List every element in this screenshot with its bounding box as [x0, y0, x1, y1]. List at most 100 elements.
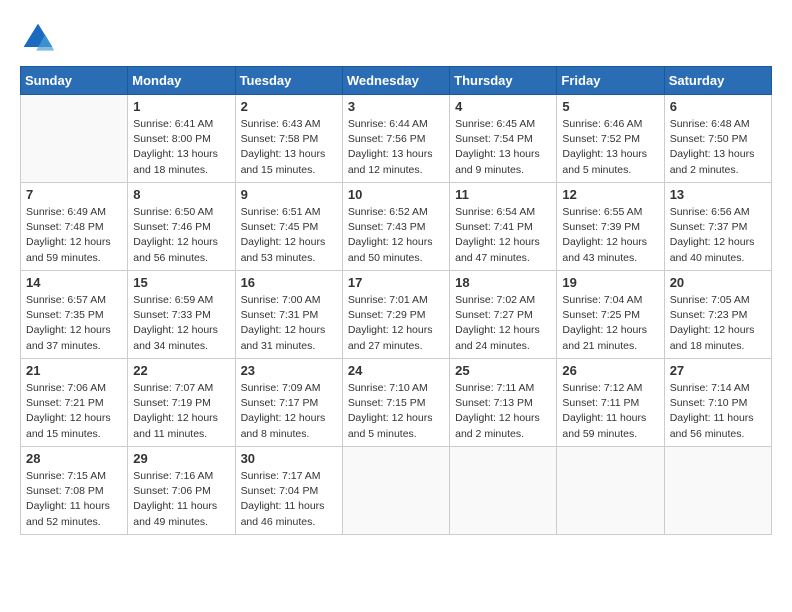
day-number: 28: [26, 451, 122, 466]
calendar-cell: 19 Sunrise: 7:04 AM Sunset: 7:25 PM Dayli…: [557, 271, 664, 359]
day-number: 13: [670, 187, 766, 202]
day-info: Sunrise: 6:52 AM Sunset: 7:43 PM Dayligh…: [348, 205, 444, 266]
day-info: Sunrise: 7:05 AM Sunset: 7:23 PM Dayligh…: [670, 293, 766, 354]
day-number: 30: [241, 451, 337, 466]
calendar-cell: 4 Sunrise: 6:45 AM Sunset: 7:54 PM Daylig…: [450, 95, 557, 183]
day-info: Sunrise: 6:56 AM Sunset: 7:37 PM Dayligh…: [670, 205, 766, 266]
calendar-cell: 22 Sunrise: 7:07 AM Sunset: 7:19 PM Dayli…: [128, 359, 235, 447]
calendar-cell: 30 Sunrise: 7:17 AM Sunset: 7:04 PM Dayli…: [235, 447, 342, 535]
day-info: Sunrise: 7:04 AM Sunset: 7:25 PM Dayligh…: [562, 293, 658, 354]
calendar-cell: 10 Sunrise: 6:52 AM Sunset: 7:43 PM Dayli…: [342, 183, 449, 271]
calendar-cell: 14 Sunrise: 6:57 AM Sunset: 7:35 PM Dayli…: [21, 271, 128, 359]
day-info: Sunrise: 7:14 AM Sunset: 7:10 PM Dayligh…: [670, 381, 766, 442]
calendar-cell: 18 Sunrise: 7:02 AM Sunset: 7:27 PM Dayli…: [450, 271, 557, 359]
day-number: 19: [562, 275, 658, 290]
day-info: Sunrise: 7:10 AM Sunset: 7:15 PM Dayligh…: [348, 381, 444, 442]
day-number: 17: [348, 275, 444, 290]
day-number: 3: [348, 99, 444, 114]
day-number: 8: [133, 187, 229, 202]
logo-icon: [20, 20, 56, 56]
week-row: 14 Sunrise: 6:57 AM Sunset: 7:35 PM Dayli…: [21, 271, 772, 359]
week-row: 28 Sunrise: 7:15 AM Sunset: 7:08 PM Dayli…: [21, 447, 772, 535]
calendar-cell: 25Sunrise: 7:11 AM Sunset: 7:13 PM Dayli…: [450, 359, 557, 447]
day-number: 20: [670, 275, 766, 290]
day-info: Sunrise: 7:15 AM Sunset: 7:08 PM Dayligh…: [26, 469, 122, 530]
weekday-header: Tuesday: [235, 67, 342, 95]
day-info: Sunrise: 6:41 AM Sunset: 8:00 PM Dayligh…: [133, 117, 229, 178]
calendar-cell: 6Sunrise: 6:48 AM Sunset: 7:50 PM Daylig…: [664, 95, 771, 183]
calendar-cell: 21Sunrise: 7:06 AM Sunset: 7:21 PM Dayli…: [21, 359, 128, 447]
weekday-header: Friday: [557, 67, 664, 95]
weekday-header: Wednesday: [342, 67, 449, 95]
weekday-header: Thursday: [450, 67, 557, 95]
calendar-table: SundayMondayTuesdayWednesdayThursdayFrid…: [20, 66, 772, 535]
weekday-header-row: SundayMondayTuesdayWednesdayThursdayFrid…: [21, 67, 772, 95]
day-number: 6: [670, 99, 766, 114]
week-row: 21Sunrise: 7:06 AM Sunset: 7:21 PM Dayli…: [21, 359, 772, 447]
calendar-cell: 8 Sunrise: 6:50 AM Sunset: 7:46 PM Daylig…: [128, 183, 235, 271]
calendar-cell: 29Sunrise: 7:16 AM Sunset: 7:06 PM Dayli…: [128, 447, 235, 535]
week-row: 7Sunrise: 6:49 AM Sunset: 7:48 PM Daylig…: [21, 183, 772, 271]
calendar-cell: [450, 447, 557, 535]
day-info: Sunrise: 6:57 AM Sunset: 7:35 PM Dayligh…: [26, 293, 122, 354]
weekday-header: Saturday: [664, 67, 771, 95]
weekday-header: Monday: [128, 67, 235, 95]
day-number: 21: [26, 363, 122, 378]
day-info: Sunrise: 6:49 AM Sunset: 7:48 PM Dayligh…: [26, 205, 122, 266]
calendar-cell: 12 Sunrise: 6:55 AM Sunset: 7:39 PM Dayli…: [557, 183, 664, 271]
day-number: 1: [133, 99, 229, 114]
day-number: 9: [241, 187, 337, 202]
calendar-cell: 15Sunrise: 6:59 AM Sunset: 7:33 PM Dayli…: [128, 271, 235, 359]
calendar-cell: 16 Sunrise: 7:00 AM Sunset: 7:31 PM Dayli…: [235, 271, 342, 359]
logo: [20, 20, 62, 56]
day-number: 2: [241, 99, 337, 114]
day-info: Sunrise: 7:00 AM Sunset: 7:31 PM Dayligh…: [241, 293, 337, 354]
week-row: 1 Sunrise: 6:41 AM Sunset: 8:00 PM Daylig…: [21, 95, 772, 183]
day-number: 24: [348, 363, 444, 378]
day-info: Sunrise: 6:54 AM Sunset: 7:41 PM Dayligh…: [455, 205, 551, 266]
day-info: Sunrise: 7:07 AM Sunset: 7:19 PM Dayligh…: [133, 381, 229, 442]
calendar-cell: 9Sunrise: 6:51 AM Sunset: 7:45 PM Daylig…: [235, 183, 342, 271]
calendar-cell: 5 Sunrise: 6:46 AM Sunset: 7:52 PM Daylig…: [557, 95, 664, 183]
day-number: 26: [562, 363, 658, 378]
day-number: 14: [26, 275, 122, 290]
day-number: 18: [455, 275, 551, 290]
day-number: 12: [562, 187, 658, 202]
calendar-cell: 7Sunrise: 6:49 AM Sunset: 7:48 PM Daylig…: [21, 183, 128, 271]
calendar-cell: [342, 447, 449, 535]
day-info: Sunrise: 6:46 AM Sunset: 7:52 PM Dayligh…: [562, 117, 658, 178]
calendar-cell: 23Sunrise: 7:09 AM Sunset: 7:17 PM Dayli…: [235, 359, 342, 447]
page-header: [20, 20, 772, 56]
day-number: 15: [133, 275, 229, 290]
day-info: Sunrise: 6:43 AM Sunset: 7:58 PM Dayligh…: [241, 117, 337, 178]
calendar-cell: [21, 95, 128, 183]
calendar-cell: 24 Sunrise: 7:10 AM Sunset: 7:15 PM Dayli…: [342, 359, 449, 447]
day-number: 4: [455, 99, 551, 114]
calendar-cell: 26 Sunrise: 7:12 AM Sunset: 7:11 PM Dayli…: [557, 359, 664, 447]
day-info: Sunrise: 6:44 AM Sunset: 7:56 PM Dayligh…: [348, 117, 444, 178]
calendar-cell: 28 Sunrise: 7:15 AM Sunset: 7:08 PM Dayli…: [21, 447, 128, 535]
day-info: Sunrise: 7:09 AM Sunset: 7:17 PM Dayligh…: [241, 381, 337, 442]
day-number: 27: [670, 363, 766, 378]
day-number: 22: [133, 363, 229, 378]
day-info: Sunrise: 6:45 AM Sunset: 7:54 PM Dayligh…: [455, 117, 551, 178]
calendar-cell: 11 Sunrise: 6:54 AM Sunset: 7:41 PM Dayli…: [450, 183, 557, 271]
day-info: Sunrise: 7:01 AM Sunset: 7:29 PM Dayligh…: [348, 293, 444, 354]
weekday-header: Sunday: [21, 67, 128, 95]
day-info: Sunrise: 7:17 AM Sunset: 7:04 PM Dayligh…: [241, 469, 337, 530]
day-number: 29: [133, 451, 229, 466]
calendar-cell: 17 Sunrise: 7:01 AM Sunset: 7:29 PM Dayli…: [342, 271, 449, 359]
calendar-cell: 3 Sunrise: 6:44 AM Sunset: 7:56 PM Daylig…: [342, 95, 449, 183]
day-info: Sunrise: 7:11 AM Sunset: 7:13 PM Dayligh…: [455, 381, 551, 442]
calendar-cell: 13 Sunrise: 6:56 AM Sunset: 7:37 PM Dayli…: [664, 183, 771, 271]
day-number: 16: [241, 275, 337, 290]
calendar-cell: 1 Sunrise: 6:41 AM Sunset: 8:00 PM Daylig…: [128, 95, 235, 183]
day-number: 5: [562, 99, 658, 114]
day-info: Sunrise: 7:02 AM Sunset: 7:27 PM Dayligh…: [455, 293, 551, 354]
day-number: 11: [455, 187, 551, 202]
day-info: Sunrise: 7:12 AM Sunset: 7:11 PM Dayligh…: [562, 381, 658, 442]
day-info: Sunrise: 6:55 AM Sunset: 7:39 PM Dayligh…: [562, 205, 658, 266]
day-number: 10: [348, 187, 444, 202]
calendar-cell: 27 Sunrise: 7:14 AM Sunset: 7:10 PM Dayli…: [664, 359, 771, 447]
day-info: Sunrise: 6:50 AM Sunset: 7:46 PM Dayligh…: [133, 205, 229, 266]
